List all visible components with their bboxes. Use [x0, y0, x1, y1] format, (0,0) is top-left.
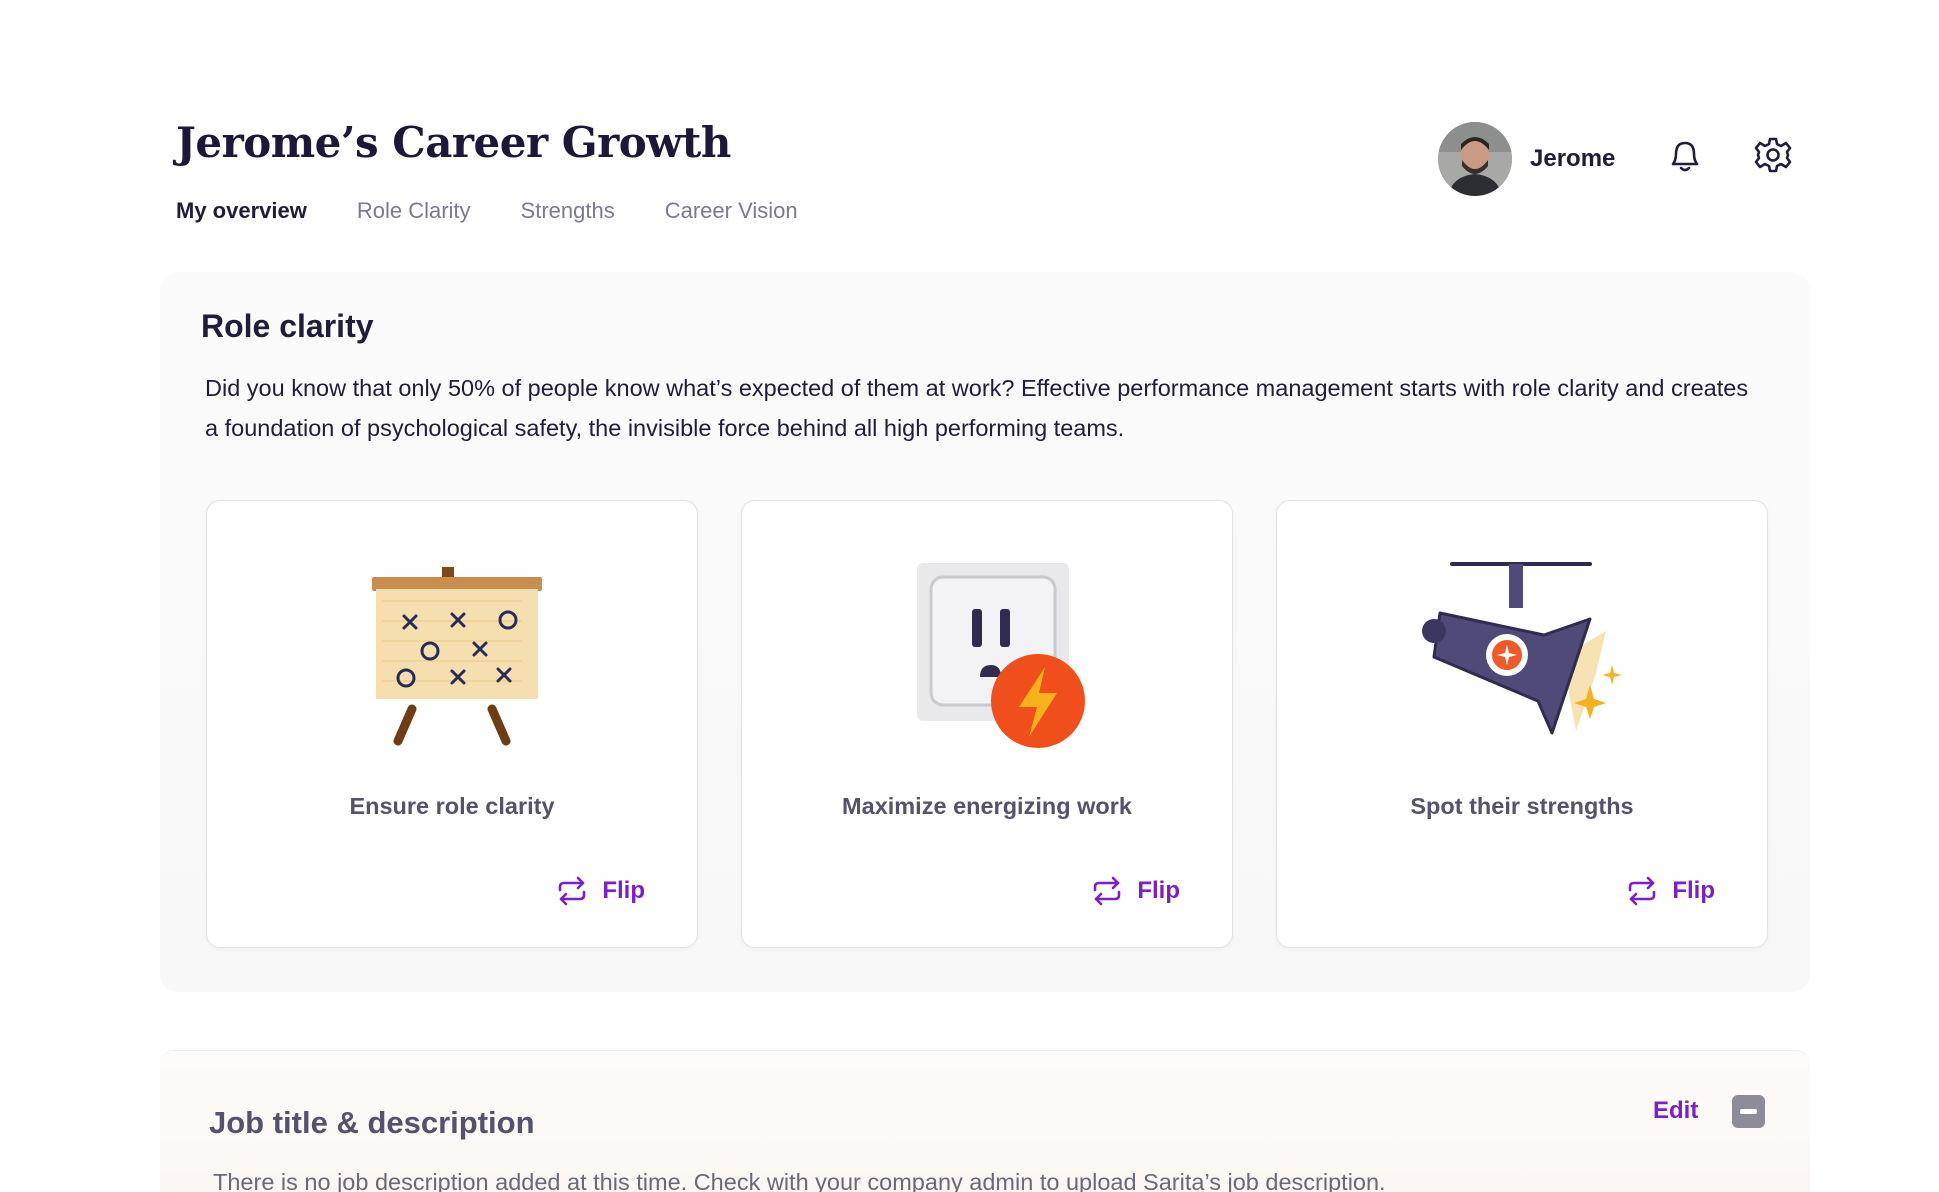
strategy-board-icon	[342, 561, 562, 751]
job-description: There is no job description added at thi…	[213, 1169, 1386, 1192]
gear-icon[interactable]	[1752, 134, 1794, 176]
card-label: Ensure role clarity	[349, 793, 555, 819]
user-name: Jerome	[1530, 145, 1616, 172]
card-maximize-energizing-work[interactable]: Maximize energizing work Flip	[741, 500, 1233, 948]
card-ensure-role-clarity[interactable]: Ensure role clarity Flip	[206, 500, 698, 948]
user-menu[interactable]: Jerome	[1438, 122, 1615, 196]
card-label: Maximize energizing work	[842, 793, 1132, 819]
power-outlet-icon	[877, 561, 1097, 751]
tab-career-vision[interactable]: Career Vision	[665, 198, 798, 224]
spotlight-icon	[1412, 561, 1632, 751]
page: Jerome’s Career Growth My overview Role …	[0, 0, 1939, 1192]
flip-button[interactable]: Flip	[1089, 873, 1180, 909]
tab-strengths[interactable]: Strengths	[521, 198, 615, 224]
tab-my-overview[interactable]: My overview	[176, 198, 307, 224]
flip-label: Flip	[1672, 877, 1715, 904]
page-title: Jerome’s Career Growth	[176, 118, 731, 167]
flip-label: Flip	[1137, 877, 1180, 904]
flip-button[interactable]: Flip	[1624, 873, 1715, 909]
tab-role-clarity[interactable]: Role Clarity	[357, 198, 471, 224]
card-label: Spot their strengths	[1410, 793, 1634, 819]
section-description: Did you know that only 50% of people kno…	[205, 375, 1749, 441]
flip-label: Flip	[602, 877, 645, 904]
bell-icon[interactable]	[1664, 134, 1706, 176]
role-clarity-section: Role clarity Did you know that only 50% …	[160, 272, 1810, 992]
card-spot-their-strengths[interactable]: Spot their strengths Flip	[1276, 500, 1768, 948]
flip-icon	[559, 876, 586, 906]
avatar[interactable]	[1438, 122, 1512, 196]
flip-icon	[1094, 876, 1121, 906]
tab-bar: My overview Role Clarity Strengths Caree…	[176, 198, 848, 224]
section-title: Role clarity	[201, 308, 374, 344]
flip-icon	[1629, 876, 1656, 906]
job-section-title: Job title & description	[209, 1105, 535, 1140]
edit-button[interactable]: Edit	[1653, 1097, 1698, 1125]
job-section: Job title & description Edit There is no…	[160, 1050, 1810, 1192]
flip-button[interactable]: Flip	[554, 873, 645, 909]
collapse-icon[interactable]	[1732, 1095, 1765, 1128]
